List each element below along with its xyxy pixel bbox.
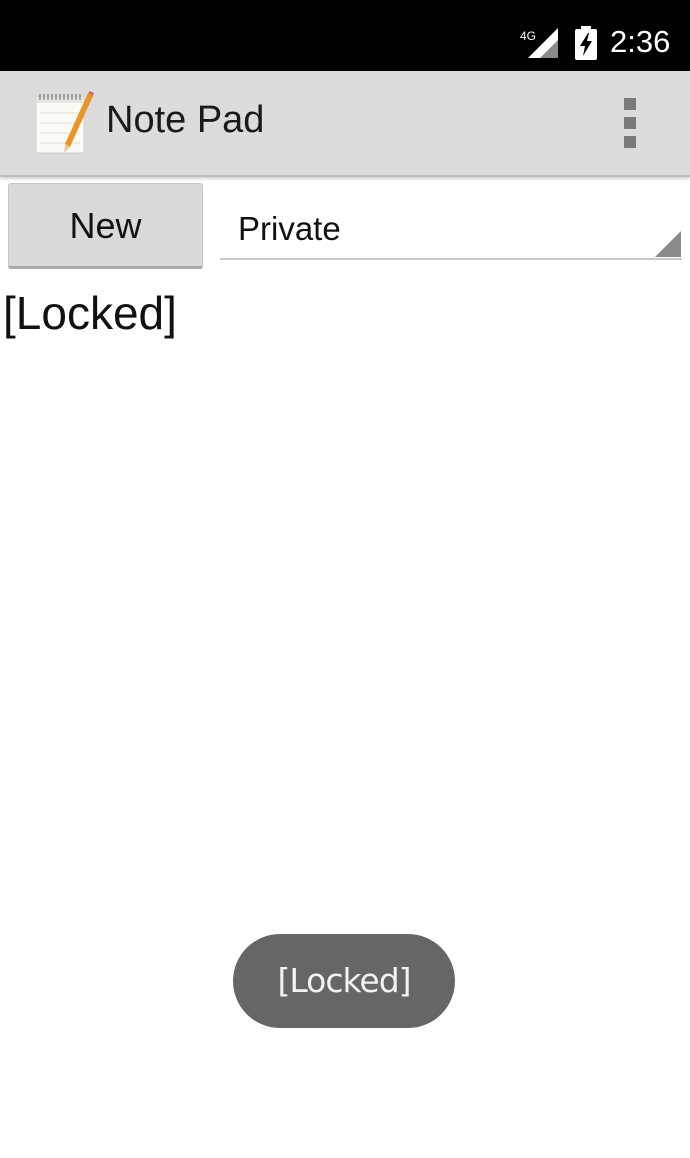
overflow-dot [624, 117, 636, 129]
overflow-dot [624, 136, 636, 148]
notepad-app-icon [35, 91, 94, 154]
network-type-label: 4G [520, 29, 536, 43]
signal-4g-icon: 4G [520, 28, 558, 58]
dropdown-arrow-icon [655, 231, 681, 257]
note-list-item[interactable]: [Locked] [3, 286, 177, 346]
action-bar: Note Pad [0, 71, 690, 177]
app-title: Note Pad [106, 99, 265, 141]
toast-message: [Locked] [233, 934, 455, 1028]
overflow-dot [624, 98, 636, 110]
new-note-button[interactable]: New [8, 183, 203, 269]
status-bar: 4G 2:36 [0, 0, 690, 71]
folder-spinner[interactable]: Private [220, 190, 682, 260]
battery-charging-icon [575, 26, 597, 60]
status-time: 2:36 [610, 24, 671, 59]
overflow-menu-icon[interactable] [606, 91, 654, 155]
folder-spinner-value: Private [238, 210, 341, 247]
